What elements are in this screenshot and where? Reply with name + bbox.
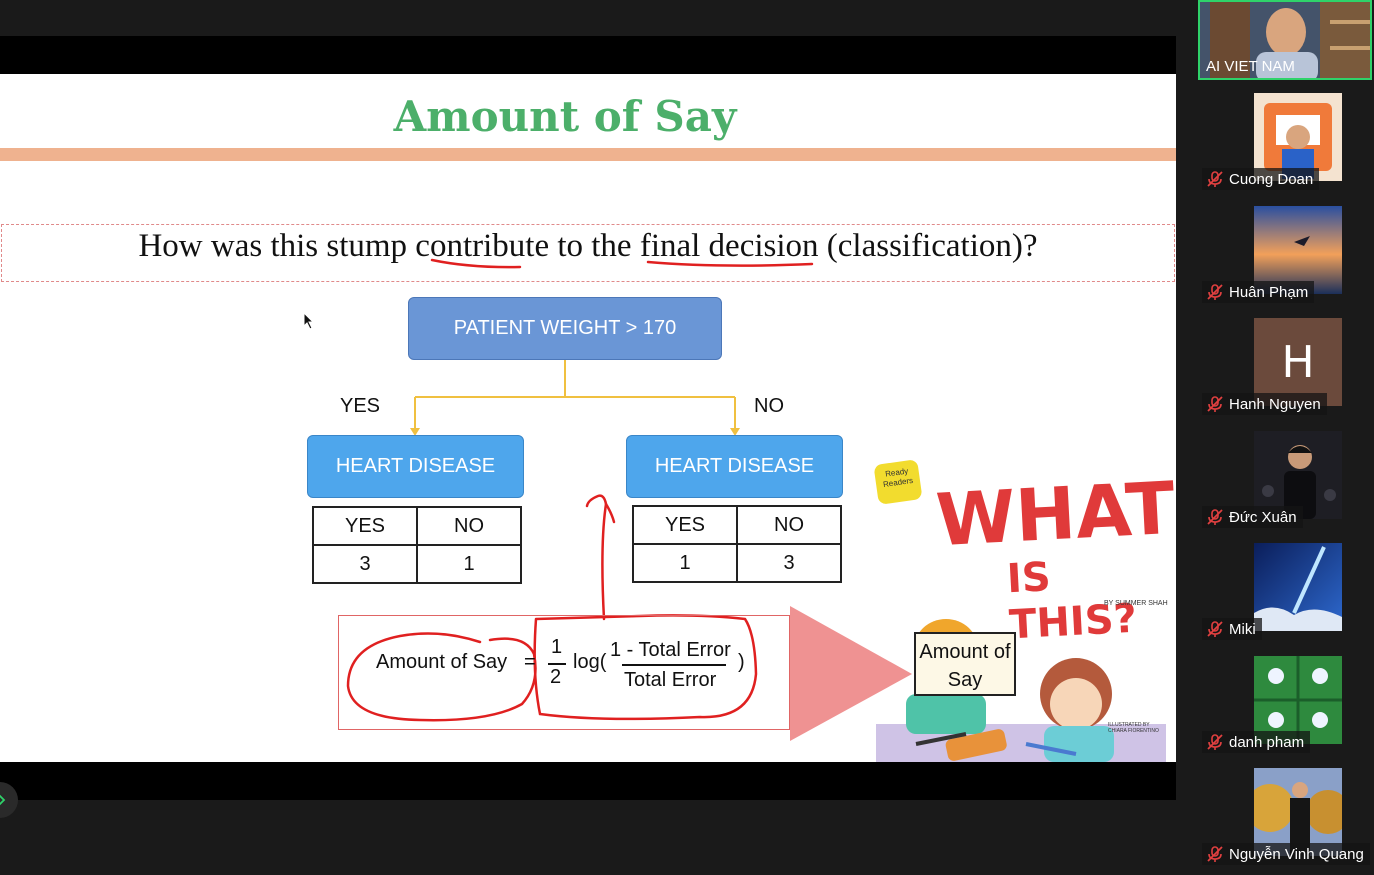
- participant-name: Miki: [1229, 620, 1256, 638]
- participant-label-miki: Miki: [1202, 618, 1262, 640]
- right-table-header-no: NO: [736, 505, 842, 545]
- participant-label-duc-xuan: Đức Xuân: [1202, 506, 1303, 528]
- participant-initial: H: [1281, 336, 1315, 388]
- formula-inner-bar: [622, 664, 726, 666]
- participant-name: Nguyễn Vinh Quang: [1229, 845, 1364, 863]
- share-bottom-bar: [0, 762, 1176, 800]
- participant-name: Cuong Doan: [1229, 170, 1314, 188]
- annotate-tool-icon[interactable]: [0, 780, 18, 820]
- left-table-value-no: 1: [416, 544, 522, 584]
- formula-close-paren: ): [738, 651, 745, 673]
- right-count-table: YES NO 1 3: [632, 505, 842, 583]
- participant-name: Huân Phạm: [1229, 283, 1309, 301]
- formula-equals: =: [524, 651, 536, 673]
- cursor-icon: [303, 312, 315, 330]
- participant-avatar: [1254, 543, 1342, 631]
- left-leaf-node: HEART DISEASE: [307, 435, 524, 498]
- branch-yes-label: YES: [340, 395, 381, 417]
- left-count-table: YES NO 3 1: [312, 506, 522, 584]
- participant-label-danh-pham: danh pham: [1202, 731, 1311, 753]
- participant-label-nguyen-vinh-quang: Nguyễn Vinh Quang: [1202, 843, 1370, 865]
- mic-muted-icon: [1207, 171, 1223, 187]
- left-table-header-yes: YES: [312, 506, 418, 546]
- right-leaf-node: HEART DISEASE: [626, 435, 843, 498]
- formula-log: log(: [573, 651, 607, 673]
- participant-name: Đức Xuân: [1229, 508, 1297, 526]
- formula-half-bar: [548, 663, 566, 665]
- footer: [0, 782, 1176, 875]
- right-table-value-no: 3: [736, 543, 842, 583]
- mic-muted-icon: [1207, 846, 1223, 862]
- book-title-what: WHAT: [933, 465, 1176, 563]
- ready-readers-logo: Ready Readers: [873, 459, 923, 505]
- formula-inner-denominator: Total Error: [624, 669, 717, 691]
- top-bar: [0, 0, 1176, 36]
- mic-muted-icon: [1207, 621, 1223, 637]
- book-title-is-this: IS THIS?: [1005, 554, 1139, 649]
- formula-inner-numerator: 1 - Total Error: [610, 639, 731, 661]
- participant-label-hanh-nguyen: Hanh Nguyen: [1202, 393, 1327, 415]
- formula-half-denominator: 2: [550, 666, 562, 688]
- book-illustrator: ILLUSTRATED BY CHIARA FIORENTINO: [1108, 722, 1159, 734]
- root-node: PATIENT WEIGHT > 170: [408, 297, 722, 360]
- left-table-value-yes: 3: [312, 544, 418, 584]
- mic-muted-icon: [1207, 396, 1223, 412]
- share-bar: [0, 36, 1176, 74]
- participant-label-huan-pham: Huân Phạm: [1202, 281, 1315, 303]
- participant-tile-miki[interactable]: [1254, 543, 1342, 631]
- formula-lhs: Amount of Say: [376, 651, 508, 673]
- left-table-header-no: NO: [416, 506, 522, 546]
- formula-half-numerator: 1: [551, 636, 563, 658]
- mic-muted-icon: [1207, 734, 1223, 750]
- right-table-value-yes: 1: [632, 543, 738, 583]
- participant-name: danh pham: [1229, 733, 1305, 751]
- book-author: BY SUMMER SHAH: [1104, 600, 1168, 607]
- mic-muted-icon: [1207, 284, 1223, 300]
- mic-muted-icon: [1207, 509, 1223, 525]
- shared-slide: Amount of Say How was this stump contrib…: [0, 74, 1176, 762]
- right-table-header-yes: YES: [632, 505, 738, 545]
- amount-of-say-card: Amount of Say: [914, 632, 1016, 696]
- participant-label-cuong-doan: Cuong Doan: [1202, 168, 1320, 190]
- participant-name: Hanh Nguyen: [1229, 395, 1321, 413]
- branch-no-label: NO: [754, 395, 784, 417]
- self-name-label: AI VIET NAM: [1206, 58, 1295, 75]
